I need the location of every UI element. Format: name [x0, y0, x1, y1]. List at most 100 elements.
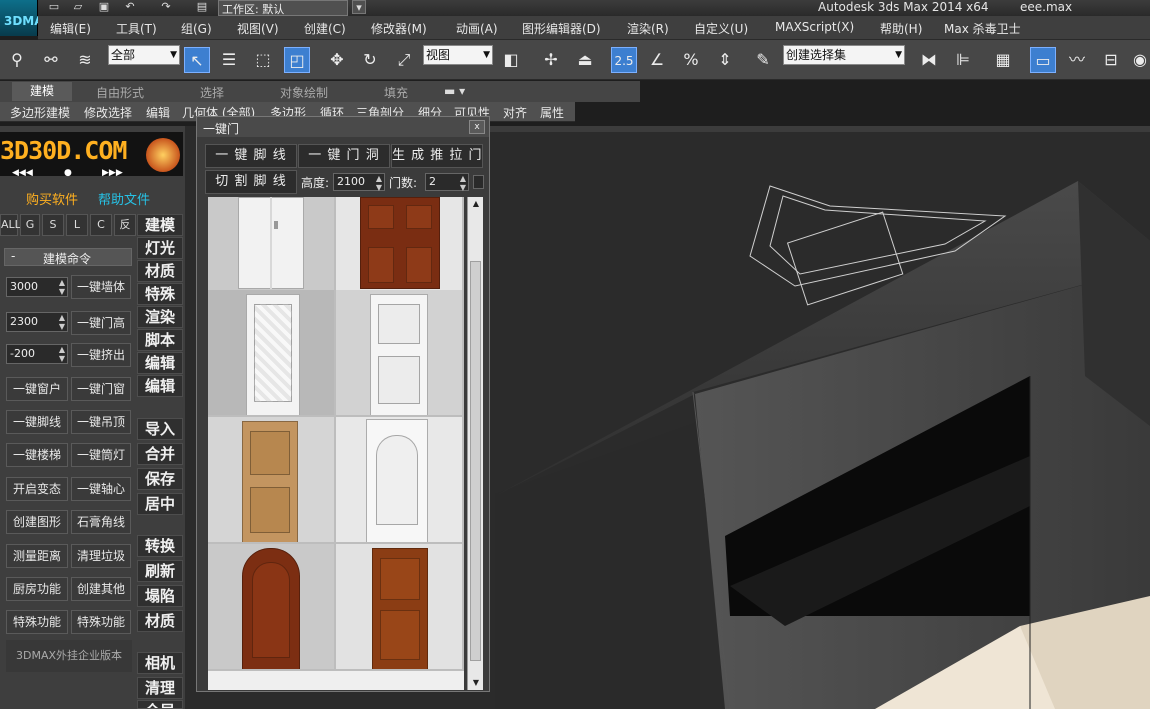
layer-icon[interactable]: ▦: [990, 47, 1016, 73]
redo-icon[interactable]: ↷: [158, 0, 174, 14]
enable-special-button[interactable]: 开启变态: [6, 477, 68, 501]
undo-icon[interactable]: ↶: [122, 0, 138, 14]
clean-garbage-button[interactable]: 清理垃圾: [71, 544, 131, 568]
rotate-icon[interactable]: ↻: [357, 47, 383, 73]
move-icon[interactable]: ✥: [324, 47, 350, 73]
select-object-icon[interactable]: ↖: [184, 47, 210, 73]
category-modeling[interactable]: 建模: [137, 214, 183, 236]
align-icon[interactable]: ⊫: [950, 47, 976, 73]
menu-tools[interactable]: 工具(T): [116, 20, 157, 37]
menu-group[interactable]: 组(G): [181, 20, 212, 37]
category-import[interactable]: 导入: [137, 418, 183, 440]
door-thumb-white-arched[interactable]: [336, 417, 462, 542]
category-global[interactable]: 全局: [137, 700, 183, 709]
panel-align[interactable]: 对齐: [503, 104, 527, 121]
ribbon-tab-populate[interactable]: 填充: [384, 84, 408, 101]
category-script[interactable]: 脚本: [137, 329, 183, 351]
scroll-up-icon[interactable]: ▲: [468, 197, 484, 211]
category-camera[interactable]: 相机: [137, 652, 183, 674]
menu-edit[interactable]: 编辑(E): [50, 20, 91, 37]
prev-icon[interactable]: ◀◀◀: [12, 168, 33, 178]
category-convert[interactable]: 转换: [137, 535, 183, 557]
door-thumb-walnut-panel[interactable]: [336, 544, 462, 669]
scale-icon[interactable]: ⤢: [391, 47, 417, 73]
help-file-link[interactable]: 帮助文件: [98, 189, 150, 208]
filter-shapes[interactable]: S: [42, 214, 64, 236]
panel-properties[interactable]: 属性: [540, 104, 564, 121]
category-center[interactable]: 居中: [137, 493, 183, 515]
generate-sliding-door-button[interactable]: 生 成 推 拉 门: [391, 144, 483, 168]
menu-help[interactable]: 帮助(H): [880, 20, 922, 37]
category-edit[interactable]: 编辑: [137, 352, 183, 374]
curve-editor-icon[interactable]: 〰: [1064, 47, 1090, 73]
one-key-extrude-button[interactable]: 一键挤出: [71, 343, 131, 367]
scroll-down-icon[interactable]: ▼: [468, 676, 484, 690]
category-clean[interactable]: 清理: [137, 677, 183, 699]
select-by-name-icon[interactable]: ☰: [216, 47, 242, 73]
open-file-icon[interactable]: ▱: [70, 0, 86, 14]
one-key-window-button[interactable]: 一键窗户: [6, 377, 68, 401]
extrude-spinner[interactable]: -200 ▲ ▼: [6, 344, 68, 364]
kitchen-function-button[interactable]: 厨房功能: [6, 577, 68, 601]
filter-cameras[interactable]: C: [90, 214, 112, 236]
one-key-door-window-button[interactable]: 一键门窗: [71, 377, 131, 401]
gallery-scrollbar[interactable]: ▲ ▼: [467, 197, 483, 690]
plaster-cornice-button[interactable]: 石膏角线: [71, 510, 131, 534]
render-setup-icon[interactable]: ◉: [1130, 47, 1150, 73]
menu-graph-editors[interactable]: 图形编辑器(D): [522, 20, 601, 37]
rect-region-icon[interactable]: ⬚: [250, 47, 276, 73]
ribbon-tab-object-paint[interactable]: 对象绘制: [280, 84, 328, 101]
panel-poly-modeling[interactable]: 多边形建模: [10, 104, 70, 121]
scroll-thumb[interactable]: [470, 261, 481, 661]
one-key-ceiling-button[interactable]: 一键吊顶: [71, 410, 131, 434]
ribbon-tab-modeling[interactable]: 建模: [12, 82, 73, 101]
next-icon[interactable]: ▶▶▶: [102, 168, 123, 178]
keyboard-shortcut-icon[interactable]: ⏏: [572, 47, 598, 73]
panel-modify-selection[interactable]: 修改选择: [84, 104, 132, 121]
menu-animation[interactable]: 动画(A): [456, 20, 498, 37]
door-count-input[interactable]: 2 ▲ ▼: [425, 173, 469, 192]
ribbon-tab-freeform[interactable]: 自由形式: [96, 84, 144, 101]
quick-access-dropdown-icon[interactable]: ▾: [352, 0, 366, 14]
door-thumb-oak-panel[interactable]: [208, 417, 334, 542]
named-selection-dropdown[interactable]: 创建选择集 ▼: [783, 45, 905, 65]
save-file-icon[interactable]: ▣: [96, 0, 112, 14]
ribbon-options-icon[interactable]: ▬ ▾: [444, 84, 465, 98]
filter-lights[interactable]: L: [66, 214, 88, 236]
category-materials[interactable]: 材质: [137, 260, 183, 282]
manipulate-icon[interactable]: ✢: [538, 47, 564, 73]
door-thumb-white-carved[interactable]: [208, 290, 334, 415]
menu-create[interactable]: 创建(C): [304, 20, 346, 37]
special-function-button[interactable]: 特殊功能: [6, 610, 68, 634]
spinner-snap-icon[interactable]: ⇕: [712, 47, 738, 73]
filter-all[interactable]: ALL: [0, 214, 21, 236]
buy-software-link[interactable]: 购买软件: [26, 189, 78, 208]
special-function-button-2[interactable]: 特殊功能: [71, 610, 131, 634]
app-logo-button[interactable]: 3DMAX: [0, 0, 53, 36]
pivot-icon[interactable]: ◧: [498, 47, 524, 73]
ribbon-tab-selection[interactable]: 选择: [200, 84, 224, 101]
modeling-commands-rollout[interactable]: - 建模命令: [4, 248, 132, 266]
angle-snap-icon[interactable]: ∠: [644, 47, 670, 73]
door-thumb-white-panel[interactable]: [336, 290, 462, 415]
door-height-input[interactable]: 2100 ▲ ▼: [333, 173, 385, 192]
project-folder-icon[interactable]: ▤: [194, 0, 210, 14]
snap-toggle-icon[interactable]: 2.5: [611, 47, 637, 73]
category-edit-2[interactable]: 编辑: [137, 375, 183, 397]
percent-snap-icon[interactable]: %: [678, 47, 704, 73]
category-render[interactable]: 渲染: [137, 306, 183, 328]
one-key-stairs-button[interactable]: 一键楼梯: [6, 443, 68, 467]
close-icon[interactable]: x: [469, 120, 485, 134]
wall-height-spinner[interactable]: 3000 ▲ ▼: [6, 277, 68, 297]
one-key-door-height-button[interactable]: 一键门高: [71, 311, 131, 335]
menu-customize[interactable]: 自定义(U): [694, 20, 748, 37]
one-key-wall-button[interactable]: 一键墙体: [71, 275, 131, 299]
one-key-baseboard-button[interactable]: 一键脚线: [6, 410, 68, 434]
one-key-door-opening-button[interactable]: 一 键 门 洞: [298, 144, 390, 168]
category-collapse[interactable]: 塌陷: [137, 585, 183, 607]
window-crossing-icon[interactable]: ◰: [284, 47, 310, 73]
category-lights[interactable]: 灯光: [137, 237, 183, 259]
dot-icon[interactable]: ●: [64, 168, 72, 178]
door-height-spinner[interactable]: 2300 ▲ ▼: [6, 312, 68, 332]
category-materials-2[interactable]: 材质: [137, 610, 183, 632]
